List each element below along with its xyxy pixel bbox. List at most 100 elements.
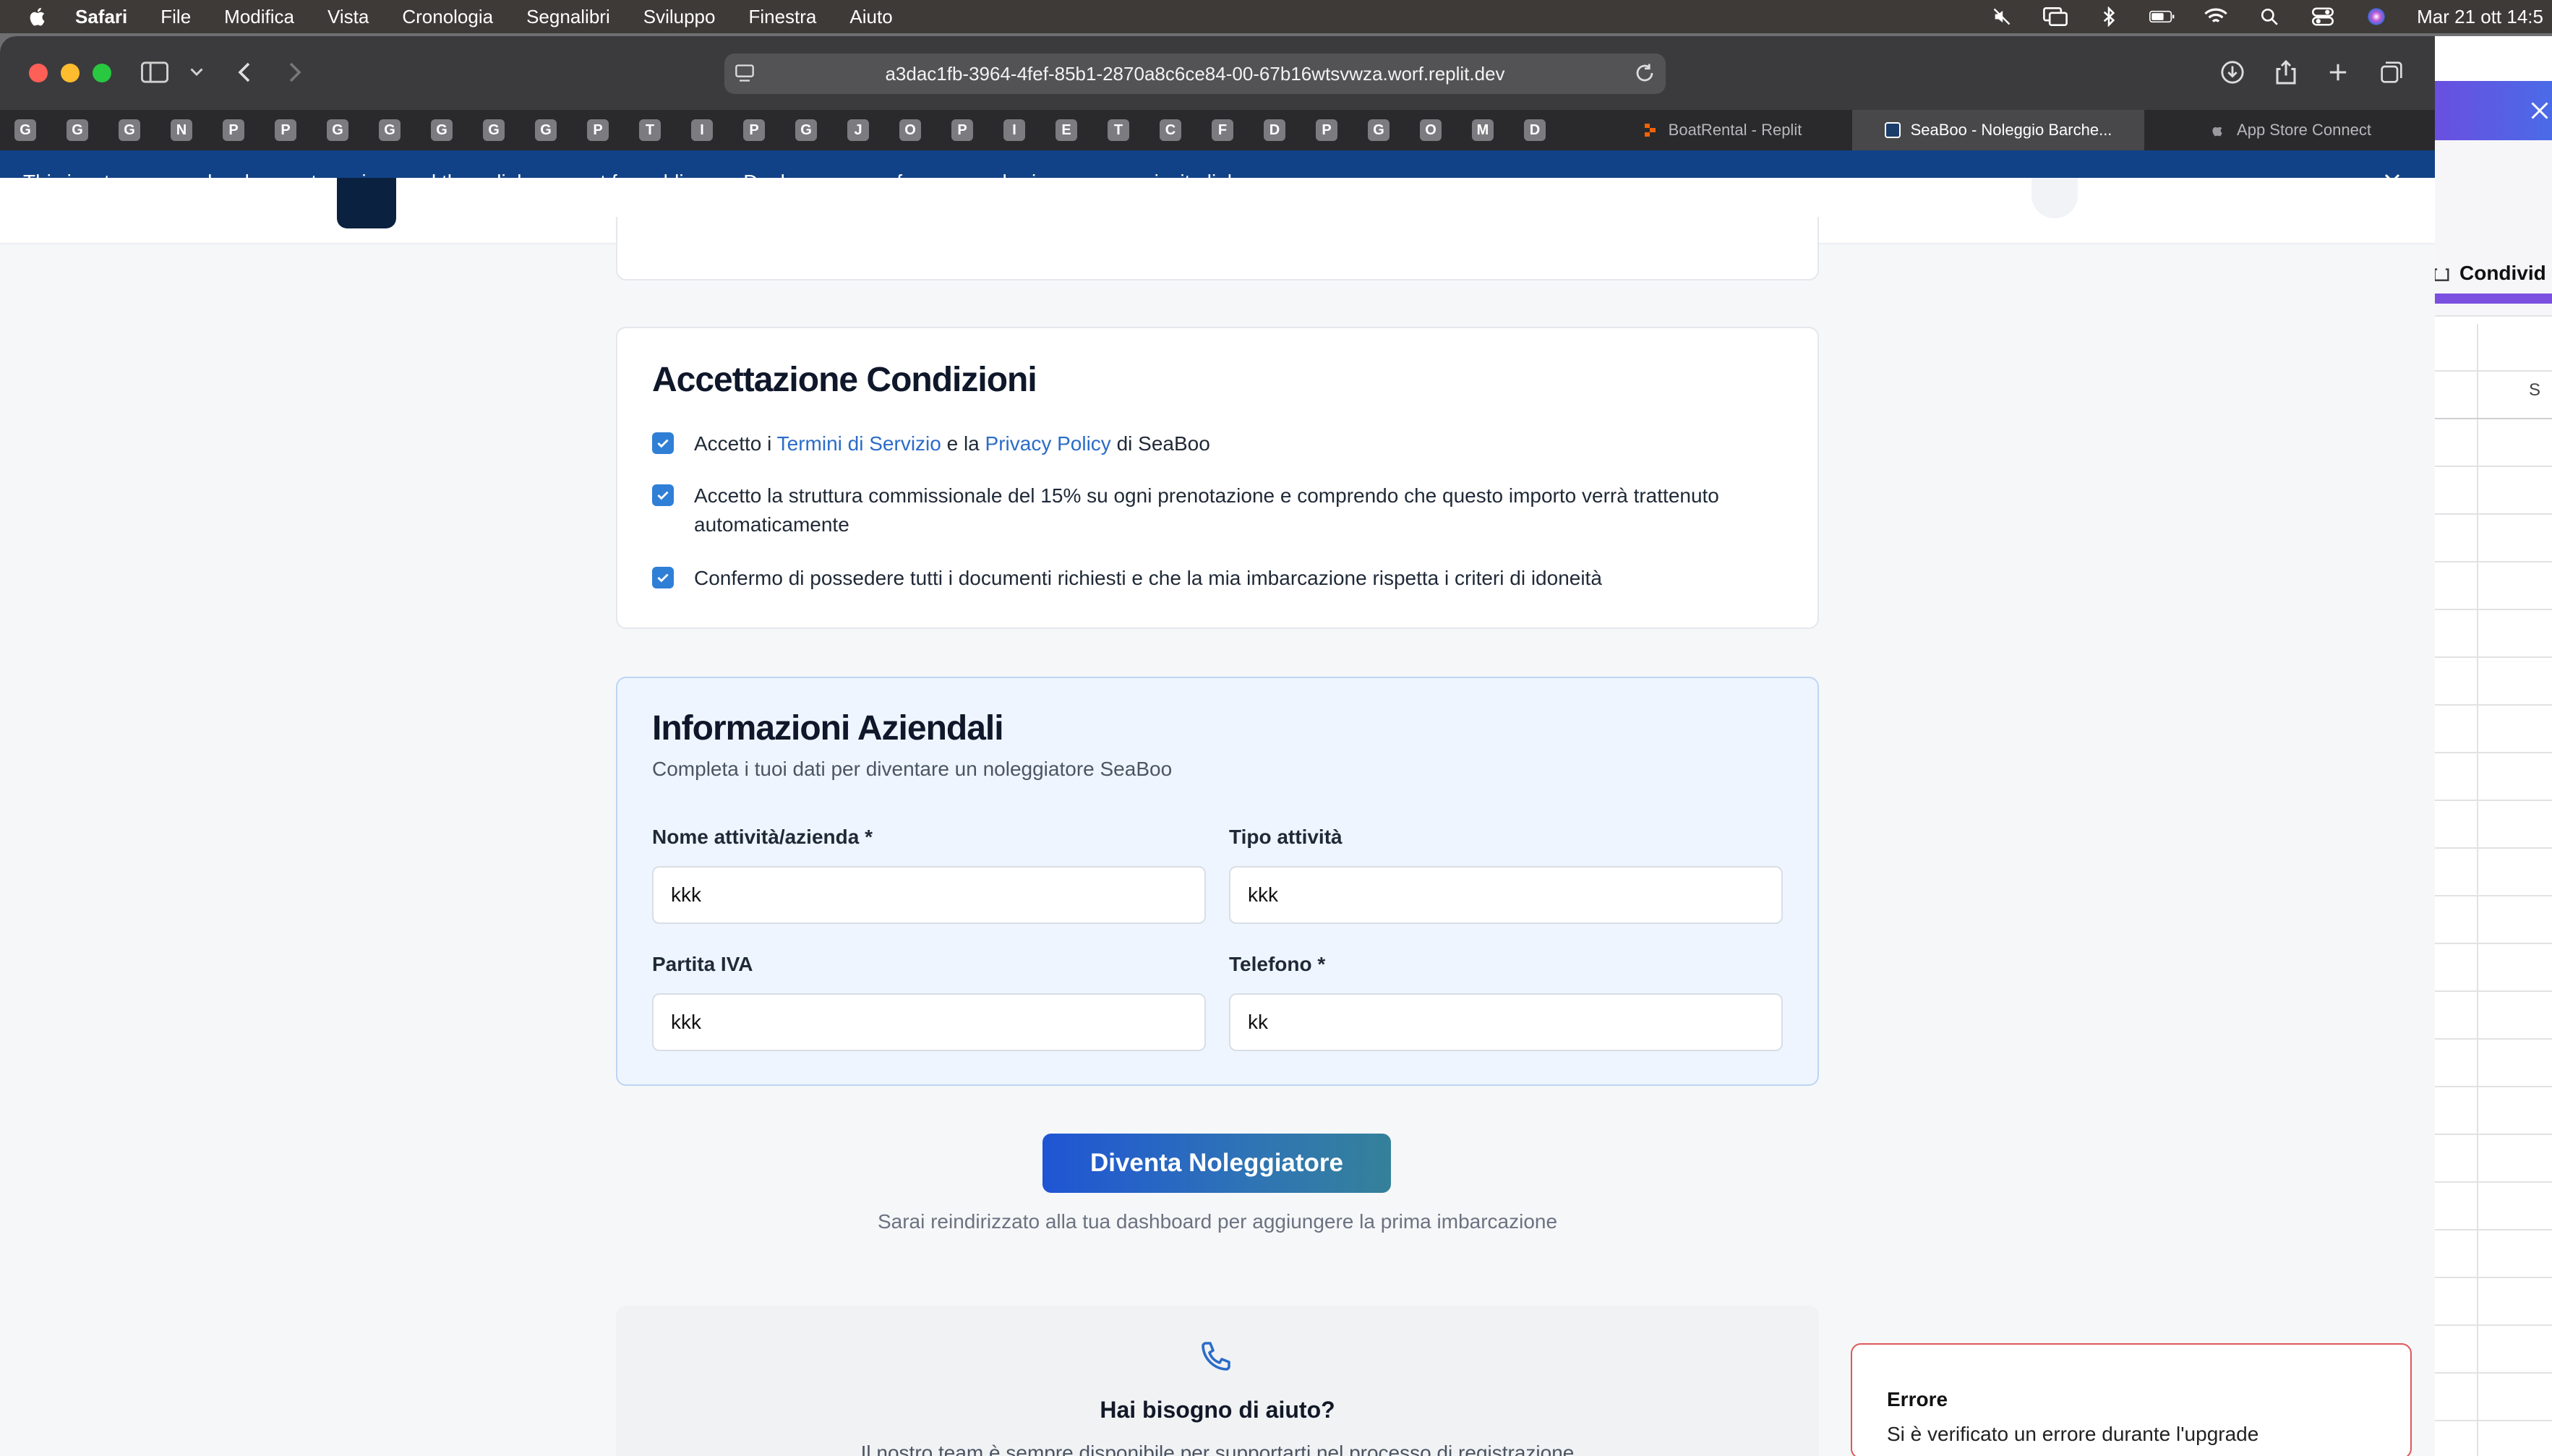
tab-app-store-connect[interactable]: App Store Connect bbox=[2147, 110, 2435, 150]
pinned-tab[interactable]: J bbox=[847, 119, 869, 141]
pinned-tab[interactable]: P bbox=[743, 119, 765, 141]
pinned-tab[interactable]: P bbox=[587, 119, 609, 141]
zoom-window-button[interactable] bbox=[93, 64, 111, 82]
reload-icon[interactable] bbox=[1634, 62, 1656, 89]
share-label[interactable]: Condivid bbox=[2459, 262, 2546, 285]
menu-safari[interactable]: Safari bbox=[75, 6, 127, 28]
pinned-tab[interactable]: G bbox=[327, 119, 348, 141]
share-icon[interactable] bbox=[2435, 262, 2451, 286]
battery-icon[interactable] bbox=[2149, 7, 2175, 27]
menubar-clock[interactable]: Mar 21 ott 14:5 bbox=[2417, 6, 2543, 28]
bluetooth-icon[interactable] bbox=[2096, 7, 2122, 27]
vat-input[interactable]: kkk bbox=[652, 993, 1206, 1051]
pinned-tab[interactable]: N bbox=[171, 119, 192, 141]
address-bar[interactable]: a3dac1fb-3964-4fef-85b1-2870a8c6ce84-00-… bbox=[724, 53, 1666, 94]
menu-aiuto[interactable]: Aiuto bbox=[849, 6, 892, 28]
pinned-tab[interactable]: P bbox=[951, 119, 973, 141]
documents-checkbox-row[interactable]: Confermo di possedere tutti i documenti … bbox=[652, 564, 1602, 593]
menu-file[interactable]: File bbox=[160, 6, 191, 28]
screen-mirroring-icon[interactable] bbox=[2042, 7, 2068, 27]
phone-icon bbox=[1199, 1339, 1233, 1377]
pinned-tab[interactable]: G bbox=[795, 119, 817, 141]
become-renter-button[interactable]: Diventa Noleggiatore bbox=[1042, 1134, 1391, 1193]
wifi-icon[interactable] bbox=[2203, 7, 2229, 27]
background-app-window: Condivid S bbox=[2435, 36, 2552, 1456]
page-content: Accettazione Condizioni Accetto i Termin… bbox=[0, 178, 2435, 1456]
tab-label: App Store Connect bbox=[2237, 121, 2371, 139]
help-title: Hai bisogno di aiuto? bbox=[1100, 1397, 1335, 1423]
commission-label: Accetto la struttura commissionale del 1… bbox=[694, 484, 1719, 536]
spotlight-search-icon[interactable] bbox=[2256, 7, 2282, 27]
tab-label: SeaBoo - Noleggio Barche... bbox=[1910, 121, 2112, 139]
minimize-window-button[interactable] bbox=[61, 64, 80, 82]
terms-checkbox-row[interactable]: Accetto i Termini di Servizio e la Priva… bbox=[652, 429, 1210, 458]
sidebar-toggle-icon[interactable] bbox=[139, 58, 171, 87]
checkbox-checked[interactable] bbox=[652, 567, 674, 588]
chevron-down-icon[interactable] bbox=[181, 58, 213, 87]
commission-checkbox-row[interactable]: Accetto la struttura commissionale del 1… bbox=[652, 481, 1794, 539]
help-text: Il nostro team è sempre disponibile per … bbox=[860, 1442, 1575, 1456]
pinned-tab[interactable]: G bbox=[431, 119, 453, 141]
close-icon[interactable] bbox=[2529, 100, 2551, 125]
menu-sviluppo[interactable]: Sviluppo bbox=[643, 6, 716, 28]
previous-section-card bbox=[616, 217, 1819, 281]
back-icon[interactable] bbox=[228, 58, 260, 87]
pinned-tab[interactable]: G bbox=[119, 119, 140, 141]
menu-vista[interactable]: Vista bbox=[327, 6, 369, 28]
pinned-tab[interactable]: G bbox=[483, 119, 505, 141]
column-header: S bbox=[2529, 380, 2541, 400]
menu-finestra[interactable]: Finestra bbox=[748, 6, 816, 28]
pinned-tab[interactable]: F bbox=[1212, 119, 1233, 141]
pinned-tab[interactable]: I bbox=[1003, 119, 1025, 141]
error-toast[interactable]: Errore Si è verificato un errore durante… bbox=[1851, 1343, 2412, 1456]
menu-modifica[interactable]: Modifica bbox=[224, 6, 294, 28]
pinned-tab[interactable]: G bbox=[379, 119, 401, 141]
apple-icon[interactable] bbox=[27, 6, 49, 27]
pinned-tab[interactable]: E bbox=[1056, 119, 1077, 141]
pinned-tab[interactable]: O bbox=[899, 119, 921, 141]
close-window-button[interactable] bbox=[29, 64, 48, 82]
checkbox-checked[interactable] bbox=[652, 484, 674, 506]
siri-icon[interactable] bbox=[2363, 7, 2389, 27]
mute-icon[interactable] bbox=[1989, 7, 2015, 27]
pinned-tab[interactable]: G bbox=[535, 119, 557, 141]
avatar[interactable] bbox=[2031, 178, 2078, 218]
forward-icon[interactable] bbox=[279, 58, 311, 87]
pinned-tab[interactable]: D bbox=[1264, 119, 1285, 141]
tab-overview-icon[interactable] bbox=[2376, 58, 2407, 87]
new-tab-icon[interactable] bbox=[2322, 58, 2354, 87]
site-settings-icon[interactable] bbox=[735, 64, 755, 87]
checkbox-checked[interactable] bbox=[652, 432, 674, 454]
pinned-tab[interactable]: I bbox=[691, 119, 713, 141]
tab-boatrental-replit[interactable]: BoatRental - Replit bbox=[1598, 110, 1846, 150]
documents-label: Confermo di possedere tutti i documenti … bbox=[694, 567, 1602, 589]
terms-text: di SeaBoo bbox=[1110, 432, 1210, 455]
tab-bar: G G G N P P G G G G G P T I P G J O P I E T C F D P G O M D BoatRenta… bbox=[0, 110, 2435, 150]
pinned-tab[interactable]: D bbox=[1524, 119, 1546, 141]
menu-segnalibri[interactable]: Segnalibri bbox=[526, 6, 610, 28]
control-center-icon[interactable] bbox=[2310, 7, 2336, 27]
pinned-tab[interactable]: P bbox=[275, 119, 296, 141]
pinned-tab[interactable]: O bbox=[1420, 119, 1442, 141]
pinned-tab[interactable]: P bbox=[1316, 119, 1337, 141]
pinned-tab[interactable]: G bbox=[1368, 119, 1390, 141]
pinned-tab[interactable]: M bbox=[1472, 119, 1494, 141]
business-name-input[interactable]: kkk bbox=[652, 866, 1206, 924]
terms-label: Accetto i Termini di Servizio e la Priva… bbox=[694, 429, 1210, 458]
privacy-policy-link[interactable]: Privacy Policy bbox=[985, 432, 1111, 455]
downloads-icon[interactable] bbox=[2217, 58, 2248, 87]
pinned-tab[interactable]: T bbox=[1108, 119, 1129, 141]
terms-of-service-link[interactable]: Termini di Servizio bbox=[777, 432, 941, 455]
share-icon[interactable] bbox=[2270, 58, 2302, 87]
menu-cronologia[interactable]: Cronologia bbox=[402, 6, 493, 28]
pinned-tab[interactable]: C bbox=[1160, 119, 1181, 141]
pinned-tab[interactable]: P bbox=[223, 119, 244, 141]
tab-seaboo[interactable]: SeaBoo - Noleggio Barche... bbox=[1852, 110, 2144, 150]
business-type-input[interactable]: kkk bbox=[1229, 866, 1783, 924]
pinned-tab[interactable]: T bbox=[639, 119, 661, 141]
pinned-tab[interactable]: G bbox=[14, 119, 36, 141]
pinned-tab[interactable]: G bbox=[67, 119, 88, 141]
url-text[interactable]: a3dac1fb-3964-4fef-85b1-2870a8c6ce84-00-… bbox=[885, 63, 1504, 85]
phone-input[interactable]: kk bbox=[1229, 993, 1783, 1051]
tab-label: BoatRental - Replit bbox=[1668, 121, 1802, 139]
